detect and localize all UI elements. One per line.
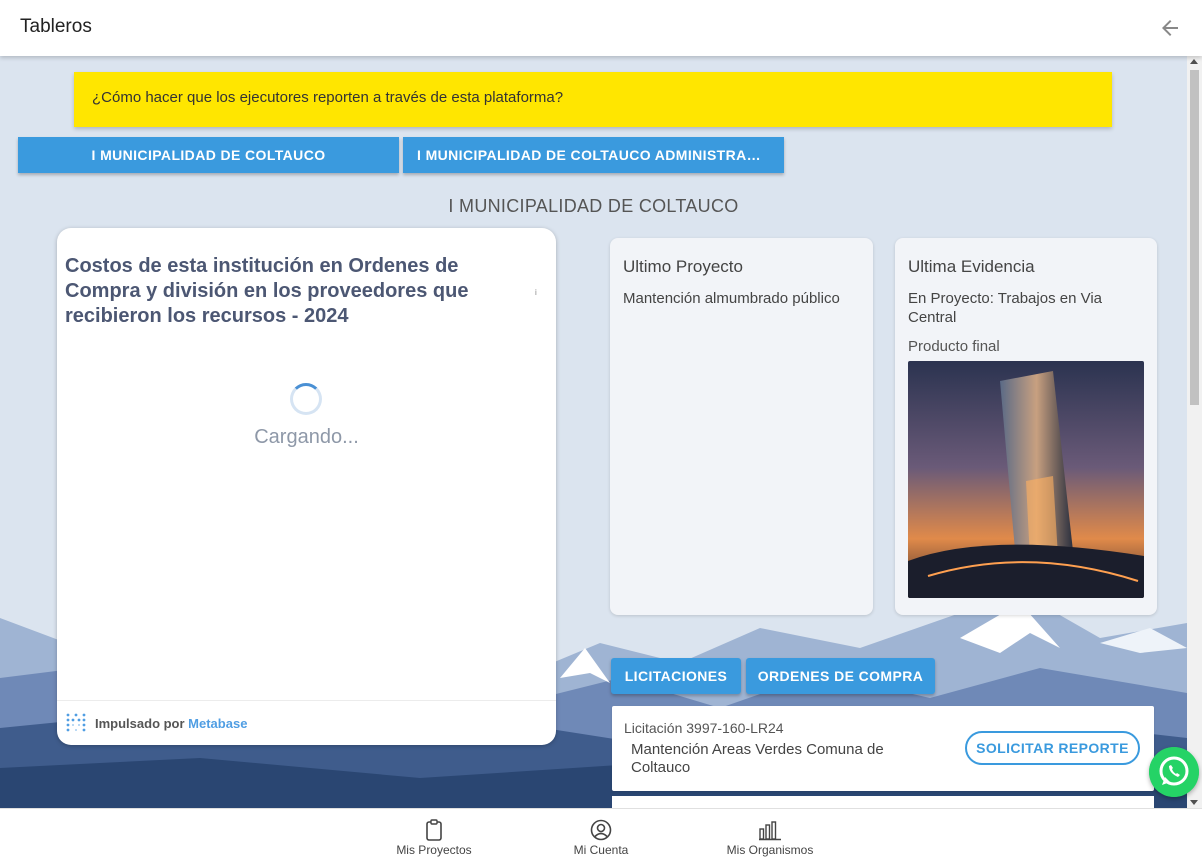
tender-list-item: Licitación 3997-160-LR24 Mantención Area… xyxy=(612,706,1154,791)
institution-button-coltauco[interactable]: I MUNICIPALIDAD DE COLTAUCO xyxy=(18,137,399,173)
last-project-name: Mantención almumbrado público xyxy=(623,290,840,307)
info-icon[interactable]: i xyxy=(535,288,537,297)
metabase-embed-card: Costos de esta institución en Ordenes de… xyxy=(57,228,556,745)
bar-chart-icon xyxy=(759,821,781,841)
evidence-photo[interactable] xyxy=(908,361,1144,598)
powered-by-prefix: Impulsado por xyxy=(95,716,189,731)
last-evidence-project: En Proyecto: Trabajos en Via Central xyxy=(908,290,1103,326)
loading-spinner-icon xyxy=(290,383,322,415)
nav-label: Mis Organismos xyxy=(726,843,814,857)
tab-licitaciones[interactable]: LICITACIONES xyxy=(611,658,741,694)
tender-list-item xyxy=(612,796,1154,808)
vertical-scrollbar[interactable] xyxy=(1187,56,1202,808)
institution-title: I MUNICIPALIDAD DE COLTAUCO xyxy=(448,196,739,216)
tender-code: Licitación 3997-160-LR24 xyxy=(624,720,784,736)
scroll-down-icon[interactable] xyxy=(1190,800,1198,805)
help-banner[interactable]: ¿Cómo hacer que los ejecutores reporten … xyxy=(74,72,1112,127)
request-report-button[interactable]: SOLICITAR REPORTE xyxy=(965,731,1140,765)
nav-mis-proyectos[interactable]: Mis Proyectos xyxy=(388,813,480,857)
bottom-navigation: Mis Proyectos Mi Cuenta Mis Organismos xyxy=(0,808,1202,863)
tender-description: Mantención Areas Verdes Comuna de Coltau… xyxy=(631,741,884,776)
nav-label: Mi Cuenta xyxy=(573,843,629,857)
page-title: Tableros xyxy=(20,16,92,37)
nav-mi-cuenta[interactable]: Mi Cuenta xyxy=(566,813,636,857)
last-evidence-card[interactable]: Ultima Evidencia En Proyecto: Trabajos e… xyxy=(895,238,1157,615)
metabase-link[interactable]: Metabase xyxy=(188,716,247,731)
app-header: Tableros xyxy=(0,0,1202,56)
last-project-title: Ultimo Proyecto xyxy=(623,257,743,276)
nav-mis-organismos[interactable]: Mis Organismos xyxy=(716,813,824,857)
metabase-footer: Impulsado por Metabase xyxy=(57,700,556,745)
clipboard-icon xyxy=(426,819,442,841)
metabase-card-title: Costos de esta institución en Ordenes de… xyxy=(65,255,469,327)
last-evidence-label: Producto final xyxy=(908,338,1000,355)
metabase-logo-icon xyxy=(66,713,86,732)
account-circle-icon xyxy=(590,819,612,841)
scroll-up-icon[interactable] xyxy=(1190,59,1198,64)
scrollbar-thumb[interactable] xyxy=(1190,70,1199,405)
dashboard-content: ¿Cómo hacer que los ejecutores reporten … xyxy=(0,56,1187,808)
last-project-card[interactable]: Ultimo Proyecto Mantención almumbrado pú… xyxy=(610,238,873,615)
nav-label: Mis Proyectos xyxy=(396,843,472,857)
last-evidence-title: Ultima Evidencia xyxy=(908,257,1035,276)
loading-text: Cargando... xyxy=(254,426,359,448)
whatsapp-icon[interactable] xyxy=(1149,747,1199,797)
arrow-left-icon[interactable] xyxy=(1158,16,1182,40)
powered-by-text: Impulsado por Metabase xyxy=(95,716,247,731)
tab-ordenes-de-compra[interactable]: ORDENES DE COMPRA xyxy=(746,658,935,694)
institution-button-coltauco-admin[interactable]: I MUNICIPALIDAD DE COLTAUCO ADMINISTRACI… xyxy=(403,137,784,173)
